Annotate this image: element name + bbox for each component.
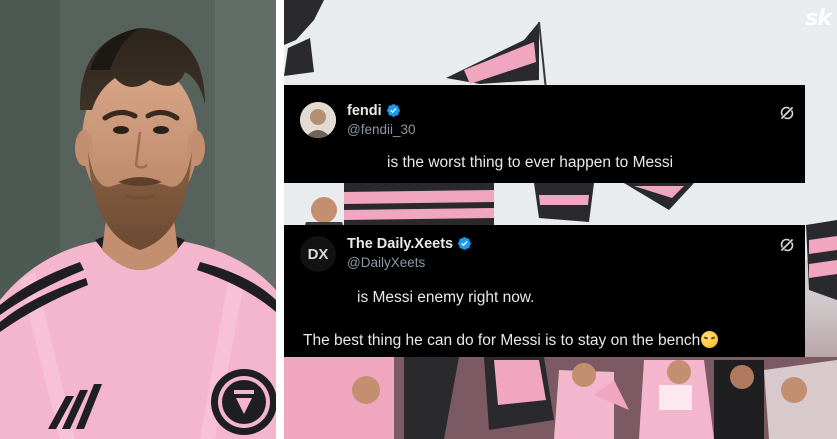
- verified-badge-icon: [458, 237, 472, 250]
- watermark-logo: sk: [805, 6, 832, 31]
- verified-badge-icon: [386, 104, 400, 117]
- player-portrait-photo: [0, 0, 276, 439]
- panel-divider: [276, 0, 284, 439]
- tweet-card: fendi @fendii_30 is the worst thing to e…: [284, 85, 805, 183]
- user-handle: @DailyXeets: [347, 255, 426, 270]
- stadium-crowd-photo: sk: [284, 0, 837, 439]
- profile-photo-icon: [300, 102, 336, 138]
- tweet-text: is Messi enemy right now.: [357, 289, 535, 306]
- display-name: fendi: [347, 103, 401, 119]
- composite-image: sk fendi @fendii_30 is the worst thing t…: [0, 0, 837, 439]
- user-handle: @fendii_30: [347, 122, 416, 137]
- display-name: The Daily.Xeets: [347, 236, 472, 252]
- stadium-crowd-illustration: [284, 0, 837, 439]
- x-share-icon: [780, 106, 794, 120]
- tweet-text: The best thing he can do for Messi is to…: [303, 331, 719, 350]
- tweet-text: is the worst thing to ever happen to Mes…: [387, 154, 674, 171]
- avatar: DX: [300, 236, 336, 272]
- avatar: [300, 102, 336, 138]
- player-portrait-illustration: [0, 0, 276, 439]
- x-share-icon: [780, 238, 794, 252]
- face-with-steam-icon: [701, 331, 719, 348]
- tweet-card: DX The Daily.Xeets @DailyXeets is Messi …: [284, 225, 805, 357]
